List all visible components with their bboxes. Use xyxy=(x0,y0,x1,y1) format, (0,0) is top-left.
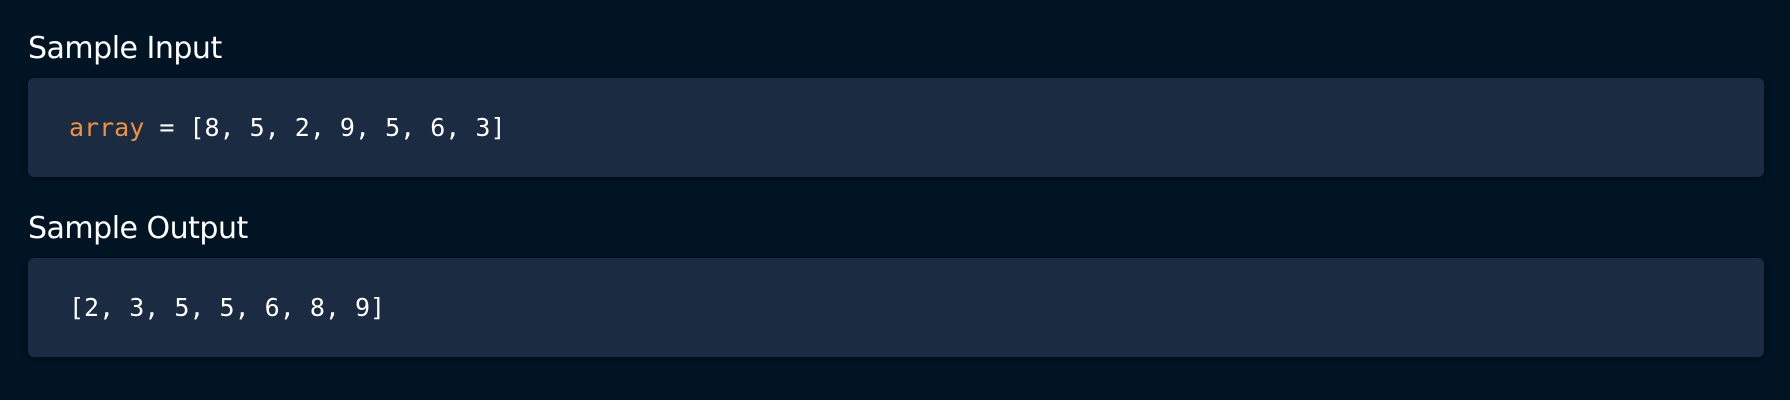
sample-output-heading: Sample Output xyxy=(28,211,248,246)
sample-input-heading: Sample Input xyxy=(28,31,222,66)
sample-output-code-block: [2, 3, 5, 5, 6, 8, 9] xyxy=(28,258,1764,357)
code-variable-name: array xyxy=(69,113,145,142)
code-input-array: [8, 5, 2, 9, 5, 6, 3] xyxy=(189,113,506,142)
code-assignment-operator: = xyxy=(144,113,190,142)
sample-input-code-block: array = [8, 5, 2, 9, 5, 6, 3] xyxy=(28,78,1764,177)
code-output-array: [2, 3, 5, 5, 6, 8, 9] xyxy=(69,293,386,322)
